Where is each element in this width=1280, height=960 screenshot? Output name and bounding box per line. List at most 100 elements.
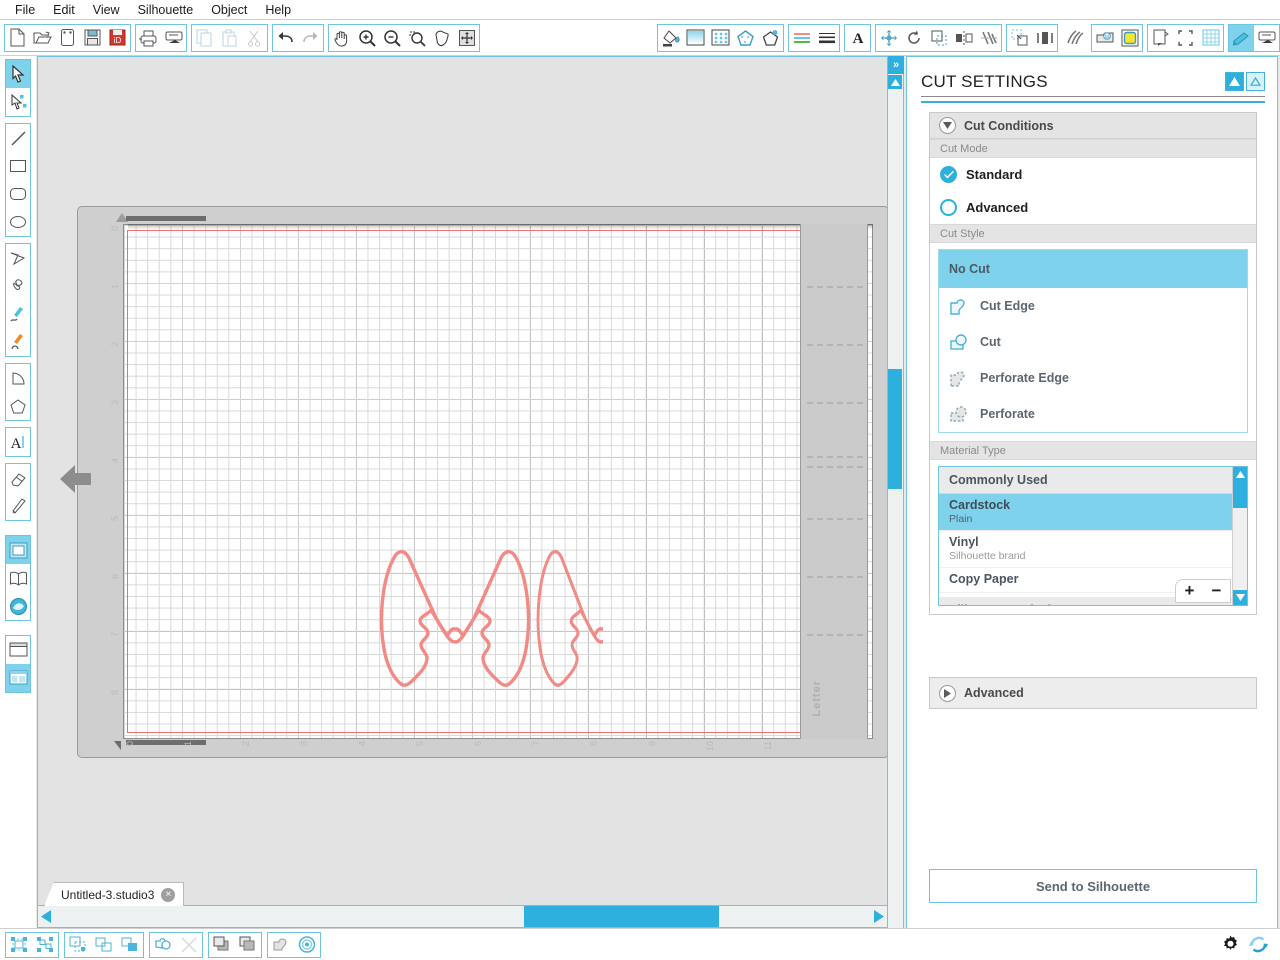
- offset-shape-icon[interactable]: [268, 933, 294, 957]
- close-tab-icon[interactable]: ×: [161, 887, 176, 902]
- menu-file[interactable]: File: [6, 1, 44, 19]
- design-canvas[interactable]: 0 1 2 3 4 5 6 7 8 Letter 0 1 2 3 4 5 6 7…: [37, 56, 888, 932]
- line-tool[interactable]: [6, 124, 30, 152]
- release-compound-path-icon[interactable]: [91, 933, 117, 957]
- store-tool[interactable]: [6, 592, 30, 620]
- group-icon[interactable]: [6, 933, 32, 957]
- material-type-list[interactable]: Commonly Used Cardstock Plain Vinyl Silh…: [938, 466, 1248, 606]
- edit-points-tool[interactable]: [6, 88, 30, 116]
- grid-icon[interactable]: [1198, 25, 1223, 51]
- panel-collapse-button[interactable]: [1225, 72, 1244, 91]
- canvas-vertical-scrollbar[interactable]: [888, 56, 904, 932]
- rounded-rectangle-tool[interactable]: [6, 180, 30, 208]
- cut-style-cut[interactable]: Cut: [939, 324, 1247, 360]
- horizontal-scroll-track[interactable]: [54, 906, 871, 927]
- menu-help[interactable]: Help: [256, 1, 300, 19]
- registration-marks-icon[interactable]: [1117, 25, 1142, 51]
- ellipse-tool[interactable]: [6, 208, 30, 236]
- text-style-icon[interactable]: A: [845, 25, 870, 51]
- weld-icon[interactable]: [150, 933, 176, 957]
- offset-icon[interactable]: [1032, 25, 1057, 51]
- bring-to-front-icon[interactable]: [209, 933, 235, 957]
- cut-conditions-header[interactable]: Cut Conditions: [930, 113, 1256, 139]
- material-group-commonly-used[interactable]: Commonly Used: [939, 467, 1247, 494]
- advanced-card[interactable]: Advanced: [929, 677, 1257, 709]
- cut-style-cut-edge[interactable]: Cut Edge: [939, 288, 1247, 324]
- smooth-freehand-tool[interactable]: [6, 328, 30, 356]
- scroll-right-arrow[interactable]: [871, 906, 887, 927]
- page-setup-icon[interactable]: M: [1092, 25, 1117, 51]
- preferences-gear-icon[interactable]: [1216, 932, 1244, 956]
- canvas-shapes[interactable]: [343, 532, 603, 702]
- save-icon[interactable]: [80, 25, 105, 51]
- fit-page-icon[interactable]: [1173, 25, 1198, 51]
- regular-polygon-tool[interactable]: [6, 392, 30, 420]
- print-icon[interactable]: [136, 25, 161, 51]
- send-panel-icon[interactable]: [1254, 25, 1279, 51]
- redo-icon[interactable]: [298, 25, 323, 51]
- material-item-vinyl[interactable]: Vinyl Silhouette brand: [939, 531, 1247, 568]
- move-icon[interactable]: [876, 25, 901, 51]
- arc-tool[interactable]: [6, 364, 30, 392]
- rotate-icon[interactable]: [901, 25, 926, 51]
- zoom-selection-icon[interactable]: [404, 25, 429, 51]
- line-style-icon[interactable]: [758, 25, 783, 51]
- make-compound-path-icon[interactable]: [65, 933, 91, 957]
- expand-advanced-icon[interactable]: [939, 684, 956, 702]
- single-view-tool[interactable]: [6, 636, 30, 664]
- save-to-library-icon[interactable]: iD: [105, 25, 130, 51]
- canvas-horizontal-scrollbar[interactable]: [37, 905, 888, 928]
- ungroup-icon[interactable]: [32, 933, 58, 957]
- vertical-scroll-thumb[interactable]: [888, 369, 902, 489]
- open-document-icon[interactable]: [30, 25, 55, 51]
- merge-icon[interactable]: [117, 933, 143, 957]
- page-size-icon[interactable]: [1148, 25, 1173, 51]
- library-tool[interactable]: [6, 564, 30, 592]
- knife-tool[interactable]: [6, 492, 30, 520]
- select-tool[interactable]: [6, 60, 30, 88]
- menu-view[interactable]: View: [84, 1, 129, 19]
- detach-icon[interactable]: [176, 933, 202, 957]
- zoom-in-icon[interactable]: [354, 25, 379, 51]
- menu-silhouette[interactable]: Silhouette: [129, 1, 203, 19]
- material-scroll-down[interactable]: [1233, 590, 1247, 605]
- material-scroll-up[interactable]: [1233, 467, 1247, 482]
- copy-icon[interactable]: [192, 25, 217, 51]
- document-tab[interactable]: Untitled-3.studio3 ×: [44, 882, 185, 906]
- send-to-silhouette-icon[interactable]: [161, 25, 186, 51]
- line-color-icon[interactable]: [733, 25, 758, 51]
- scroll-left-arrow[interactable]: [38, 906, 54, 927]
- collapse-panel-button[interactable]: »: [888, 56, 904, 74]
- cut-style-perforate[interactable]: Perforate: [939, 396, 1247, 432]
- cut-icon[interactable]: [242, 25, 267, 51]
- fill-gradient-icon[interactable]: [683, 25, 708, 51]
- material-list-scrollbar[interactable]: [1232, 467, 1247, 605]
- split-view-tool[interactable]: [6, 664, 30, 692]
- eraser-tool[interactable]: [6, 464, 30, 492]
- rectangle-tool[interactable]: [6, 152, 30, 180]
- line-weight-icon[interactable]: [814, 25, 839, 51]
- material-scroll-thumb[interactable]: [1233, 482, 1247, 508]
- send-to-silhouette-button[interactable]: Send to Silhouette: [929, 869, 1257, 903]
- new-document-icon[interactable]: [5, 25, 30, 51]
- shadow-effect-icon[interactable]: [1062, 25, 1087, 51]
- cut-settings-icon[interactable]: [1229, 24, 1254, 51]
- scroll-up-arrow[interactable]: [888, 75, 902, 89]
- paste-icon[interactable]: [217, 25, 242, 51]
- add-material-button[interactable]: +: [1185, 581, 1195, 601]
- save-as-icon[interactable]: [55, 25, 80, 51]
- fill-color-icon[interactable]: [658, 25, 683, 51]
- curve-tool[interactable]: [6, 272, 30, 300]
- mirror-icon[interactable]: [951, 25, 976, 51]
- pan-hand-icon[interactable]: [329, 25, 354, 51]
- cut-style-no-cut[interactable]: No Cut: [939, 250, 1247, 288]
- cut-style-perforate-edge[interactable]: Perforate Edge: [939, 360, 1247, 396]
- menu-object[interactable]: Object: [202, 1, 256, 19]
- freehand-tool[interactable]: [6, 300, 30, 328]
- align-icon[interactable]: [976, 25, 1001, 51]
- polygon-tool[interactable]: [6, 244, 30, 272]
- menu-edit[interactable]: Edit: [44, 1, 84, 19]
- horizontal-scroll-thumb[interactable]: [524, 906, 719, 927]
- text-tool[interactable]: A: [6, 428, 30, 456]
- remove-material-button[interactable]: −: [1212, 581, 1222, 601]
